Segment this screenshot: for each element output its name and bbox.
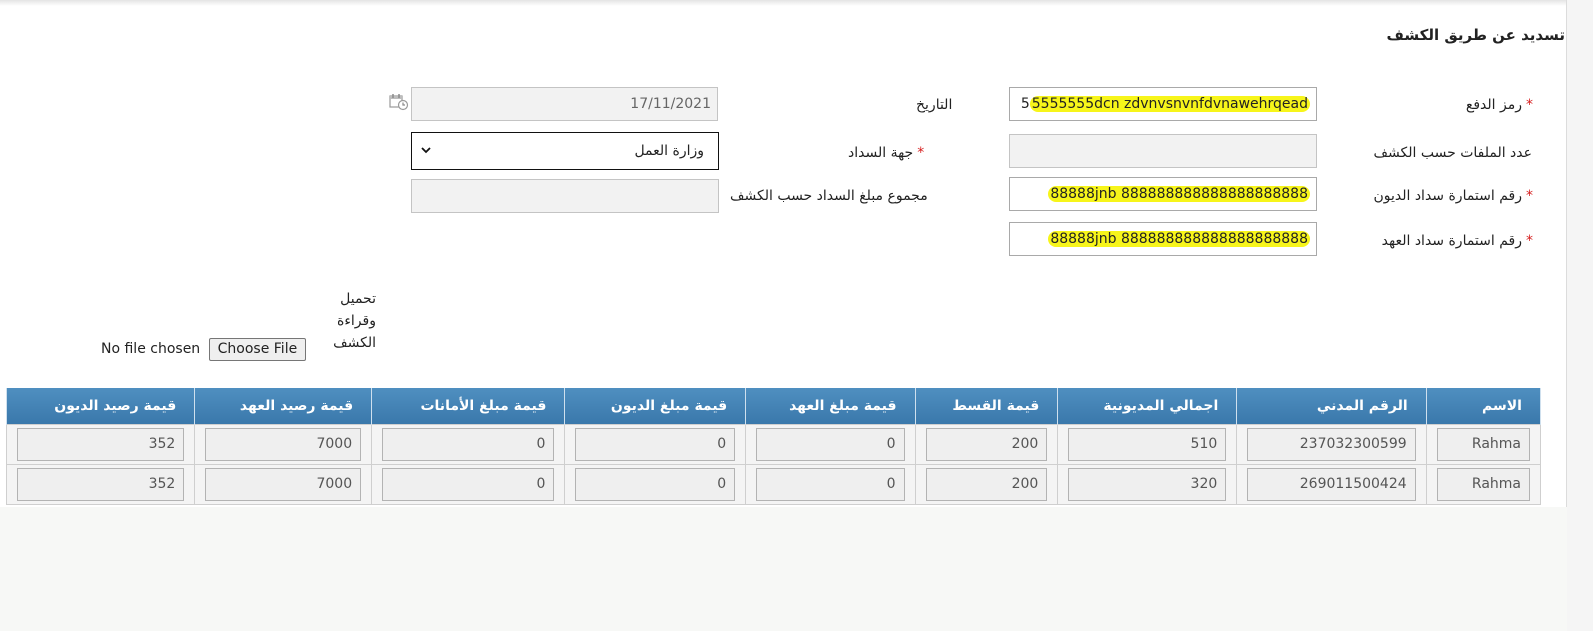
column-header: قيمة مبلغ الأمانات xyxy=(371,388,566,425)
cell-debts-amount[interactable]: 0 xyxy=(575,428,736,461)
debts-table: الاسم الرقم المدني اجمالي المديونية قيمة… xyxy=(5,388,1542,505)
column-header: الرقم المدني xyxy=(1236,388,1427,425)
required-mark: * xyxy=(1526,97,1533,113)
column-header: قيمة القسط xyxy=(914,388,1059,425)
file-input[interactable]: No file chosen Choose File xyxy=(101,338,307,361)
cell-custody-amount[interactable]: 0 xyxy=(756,428,905,461)
page-title: تسديد عن طريق الكشف xyxy=(1386,26,1565,44)
column-header: قيمة رصيد الديون xyxy=(5,388,196,425)
cell-debts-amount[interactable]: 0 xyxy=(575,468,736,501)
debts-form-number-input[interactable]: 88888jnb 888888888888888888888 xyxy=(1009,177,1317,211)
payment-code-input[interactable]: 5 5555555dcn zdvnvsnvnfdvnawehrqead xyxy=(1009,87,1317,121)
cell-installment[interactable]: 200 xyxy=(925,428,1048,461)
table-row: Rahma 237032300599 510 200 0 0 0 7000 35… xyxy=(5,424,1542,465)
column-header: الاسم xyxy=(1425,388,1542,425)
cell-custody-amount[interactable]: 0 xyxy=(756,468,905,501)
custody-form-number-input[interactable]: 88888jnb 888888888888888888888 xyxy=(1009,222,1317,256)
cell-civil-id[interactable]: 269011500424 xyxy=(1247,468,1416,501)
date-label: التاريخ xyxy=(916,97,953,113)
files-count-label: عدد الملفات حسب الكشف xyxy=(1373,145,1532,161)
cell-deposits-amount[interactable]: 0 xyxy=(382,468,555,501)
column-header: قيمة رصيد العهد xyxy=(194,388,373,425)
cell-civil-id[interactable]: 237032300599 xyxy=(1247,428,1416,461)
custody-form-number-label: *رقم استمارة سداد العهد xyxy=(1381,233,1533,249)
content-background xyxy=(0,507,1567,631)
cell-name[interactable]: Rahma xyxy=(1436,468,1530,501)
column-header: قيمة مبلغ الديون xyxy=(564,388,747,425)
cell-debts-balance[interactable]: 352 xyxy=(17,468,185,501)
cell-name[interactable]: Rahma xyxy=(1436,428,1530,461)
payer-entity-selected: وزارة العمل xyxy=(634,143,704,159)
column-header: اجمالي المديونية xyxy=(1057,388,1238,425)
cell-debts-balance[interactable]: 352 xyxy=(17,428,185,461)
files-count-input[interactable] xyxy=(1009,134,1317,168)
scrollbar[interactable] xyxy=(1566,0,1593,631)
cell-installment[interactable]: 200 xyxy=(925,468,1048,501)
choose-file-button[interactable]: Choose File xyxy=(208,338,307,361)
file-status: No file chosen xyxy=(101,341,201,357)
calendar-icon[interactable] xyxy=(389,93,409,115)
payer-entity-select[interactable]: وزارة العمل xyxy=(411,132,719,170)
upload-label: تحميل وقراءة الكشف xyxy=(333,291,376,351)
cell-total-debt[interactable]: 510 xyxy=(1068,428,1227,461)
date-input[interactable]: 17/11/2021 xyxy=(411,87,718,121)
cell-custody-balance[interactable]: 7000 xyxy=(205,468,362,501)
total-amount-input[interactable] xyxy=(411,179,719,213)
payment-code-label: *رمز الدفع xyxy=(1465,97,1533,113)
total-amount-label: مجموع مبلغ السداد حسب الكشف xyxy=(730,188,928,204)
cell-total-debt[interactable]: 320 xyxy=(1068,468,1227,501)
cell-deposits-amount[interactable]: 0 xyxy=(382,428,555,461)
table-row: Rahma 269011500424 320 200 0 0 0 7000 35… xyxy=(5,464,1542,505)
cell-custody-balance[interactable]: 7000 xyxy=(205,428,362,461)
payer-entity-label: *جهة السداد xyxy=(848,145,925,161)
table-header-row: الاسم الرقم المدني اجمالي المديونية قيمة… xyxy=(5,388,1542,425)
top-shadow xyxy=(0,0,1593,6)
column-header: قيمة مبلغ العهد xyxy=(745,388,916,425)
chevron-down-icon xyxy=(421,147,431,154)
debts-form-number-label: *رقم استمارة سداد الديون xyxy=(1373,188,1533,204)
